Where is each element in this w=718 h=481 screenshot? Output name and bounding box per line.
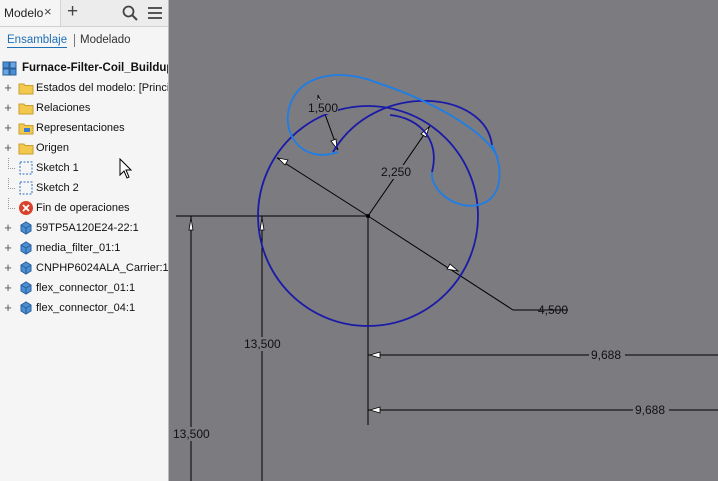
tab-modelado[interactable]: Modelado bbox=[80, 34, 131, 46]
search-icon[interactable] bbox=[121, 4, 139, 22]
component-icon bbox=[18, 280, 34, 296]
hamburger-menu-icon[interactable] bbox=[146, 4, 164, 22]
browser-item[interactable]: Fin de operaciones bbox=[0, 198, 168, 218]
browser-item-label: flex_connector_04:1 bbox=[36, 302, 136, 314]
browser-item[interactable]: + flex_connector_01:1 bbox=[0, 278, 168, 298]
browser-item[interactable]: + media_filter_01:1 bbox=[0, 238, 168, 258]
expand-plus-icon[interactable]: + bbox=[3, 141, 13, 154]
assembly-root-label: Furnace-Filter-Coil_Buildup bbox=[22, 62, 169, 74]
model-browser-panel: Modelo × + Ensamblaje Modelado Furnace-F… bbox=[0, 0, 169, 481]
arrowhead-4500 bbox=[446, 263, 460, 272]
arrowhead-left-up bbox=[188, 217, 194, 231]
representations-folder-icon bbox=[18, 120, 34, 136]
expand-plus-icon[interactable]: + bbox=[3, 301, 13, 314]
tab-modelo[interactable]: Modelo × bbox=[0, 0, 61, 26]
folder-icon bbox=[18, 140, 34, 156]
browser-item[interactable]: Sketch 1 bbox=[0, 158, 168, 178]
close-tab-icon[interactable]: × bbox=[44, 4, 52, 19]
radius-leader-2250 bbox=[276, 157, 369, 217]
assembly-icon bbox=[2, 61, 17, 76]
sketch-canvas[interactable]: 1,500 2,250 4,500 13,500 13,500 9,688 9,… bbox=[169, 0, 718, 481]
dimension-radius-4500[interactable]: 4,500 bbox=[538, 303, 568, 317]
browser-item-label: Sketch 2 bbox=[36, 182, 79, 194]
browser-item-label: flex_connector_01:1 bbox=[36, 282, 136, 294]
expand-plus-icon[interactable]: + bbox=[3, 261, 13, 274]
arrowhead-inner-up bbox=[259, 217, 265, 231]
tree-connector bbox=[8, 158, 15, 169]
tab-separator bbox=[74, 34, 75, 47]
browser-item[interactable]: + Representaciones bbox=[0, 118, 168, 138]
browser-item-label: Relaciones bbox=[36, 102, 91, 114]
dimension-vertical-13500-inner[interactable]: 13,500 bbox=[244, 337, 281, 351]
browser-item-label: Representaciones bbox=[36, 122, 125, 134]
browser-item[interactable]: +59TP5A120E24-22:1 bbox=[0, 218, 168, 238]
folder-icon bbox=[18, 80, 34, 96]
mouse-cursor-icon bbox=[119, 158, 133, 179]
assembly-root-node[interactable]: Furnace-Filter-Coil_Buildup bbox=[2, 60, 168, 78]
dimension-horizontal-9688-lower[interactable]: 9,688 bbox=[635, 403, 665, 417]
tab-ensamblaje[interactable]: Ensamblaje bbox=[7, 34, 68, 48]
component-icon bbox=[18, 240, 34, 256]
browser-item-label: 59TP5A120E24-22:1 bbox=[36, 222, 139, 234]
expand-plus-icon[interactable]: + bbox=[3, 121, 13, 134]
sketch-icon bbox=[18, 160, 34, 176]
expand-plus-icon[interactable]: + bbox=[3, 281, 13, 294]
dimension-lines bbox=[176, 94, 718, 481]
sketch-spline-right bbox=[431, 144, 501, 207]
browser-item-label: media_filter_01:1 bbox=[36, 242, 121, 254]
arrowhead-lower-9688 bbox=[368, 406, 381, 414]
radius-leader-4500 bbox=[367, 215, 514, 311]
expand-plus-icon[interactable]: + bbox=[3, 221, 13, 234]
browser-item-label: Fin de operaciones bbox=[36, 202, 130, 214]
dimension-vertical-13500-outer[interactable]: 13,500 bbox=[173, 427, 210, 441]
add-tab-icon[interactable]: + bbox=[67, 1, 78, 23]
panel-tab-bar: Modelo × + bbox=[0, 0, 168, 27]
dimension-radius-2250[interactable]: 2,250 bbox=[381, 165, 411, 179]
arrowhead-upper-9688 bbox=[368, 351, 381, 359]
browser-item[interactable]: + CNPHP6024ALA_Carrier:1 bbox=[0, 258, 168, 278]
folder-icon bbox=[18, 100, 34, 116]
browser-item-label: Origen bbox=[36, 142, 70, 154]
sketch-icon bbox=[18, 180, 34, 196]
center-point bbox=[366, 214, 370, 218]
browser-item[interactable]: + Relaciones bbox=[0, 98, 168, 118]
browser-mode-tabs: Ensamblaje Modelado bbox=[0, 26, 168, 56]
component-icon bbox=[18, 220, 34, 236]
component-icon bbox=[18, 300, 34, 316]
browser-item-label: CNPHP6024ALA_Carrier:1 bbox=[36, 262, 169, 274]
dimension-horizontal-9688-upper[interactable]: 9,688 bbox=[591, 348, 621, 362]
browser-item-label: Sketch 1 bbox=[36, 162, 79, 174]
expand-plus-icon[interactable]: + bbox=[3, 81, 13, 94]
tab-modelo-label: Modelo bbox=[4, 6, 44, 20]
end-of-part-icon bbox=[18, 200, 34, 216]
dimension-radius-1500[interactable]: 1,500 bbox=[308, 101, 338, 115]
browser-item[interactable]: + Estados del modelo: [Principal] bbox=[0, 78, 168, 98]
browser-item-label: Estados del modelo: [Principal] bbox=[36, 82, 168, 94]
component-icon bbox=[18, 260, 34, 276]
browser-item[interactable]: Sketch 2 bbox=[0, 178, 168, 198]
browser-item[interactable]: + Origen bbox=[0, 138, 168, 158]
expand-plus-icon[interactable]: + bbox=[3, 241, 13, 254]
expand-plus-icon[interactable]: + bbox=[3, 101, 13, 114]
tree-connector bbox=[8, 198, 15, 209]
tree-connector bbox=[8, 178, 15, 189]
browser-item[interactable]: + flex_connector_04:1 bbox=[0, 298, 168, 318]
